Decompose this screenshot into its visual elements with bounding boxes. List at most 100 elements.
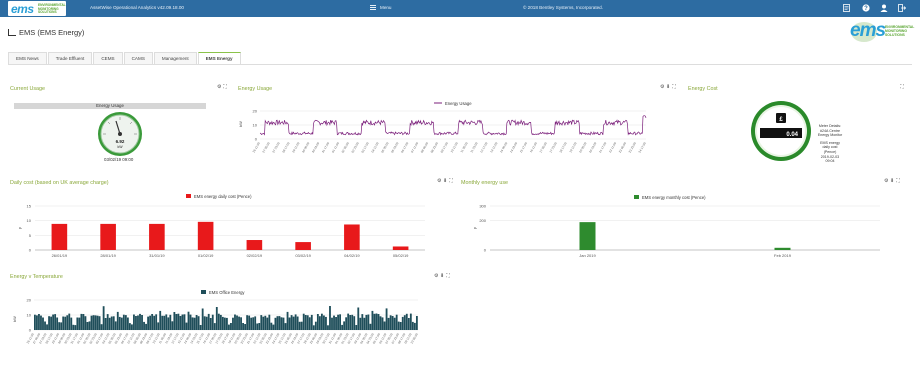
document-icon[interactable] [842,4,850,13]
tab-divider [8,64,912,65]
energy-bar [149,315,152,330]
energy-bar [353,316,356,330]
energy-bar [167,317,170,330]
page-title-text: EMS (EMS Energy) [19,28,85,37]
fullscreen-icon[interactable]: ⛶ [896,178,902,184]
svg-text:?: ? [864,6,868,12]
legend-swatch [634,195,639,199]
energy-bar [48,316,50,330]
energy-bar [104,318,107,330]
energy-bar [209,318,212,330]
energy-bar [110,316,113,330]
energy-bar [62,316,65,330]
energy-bar [60,322,63,330]
energy-bar [323,315,325,330]
energy-bar [306,315,309,330]
gauge-timestamp: 03/02/19 09:00 [104,157,134,162]
bar [246,240,263,250]
energy-bar [230,323,232,330]
energy-bar [120,317,123,330]
app-logo[interactable]: ems ENVIRONMENTAL MONITORING SOLUTIONS [8,1,66,16]
energy-bar [153,315,156,330]
energy-bar [258,323,261,330]
y-tick-label: 20 [253,109,258,114]
energy-bar [379,316,382,330]
energy-bar [100,324,103,330]
energy-bar [187,311,190,330]
x-tick-label: 02 23:00 [351,141,360,153]
energy-bar [401,316,404,330]
tab-ems-energy[interactable]: EMS Energy [197,52,241,64]
energy-bar [116,311,119,330]
energy-bar [397,321,400,330]
fullscreen-icon[interactable]: ⛶ [449,178,455,184]
x-tick-label: 04 11:00 [370,141,379,153]
energy-bar [165,314,168,330]
app-title: AssetWise Operational Analytics v42.09.1… [90,5,184,10]
x-tick-label: 02 05:00 [341,141,350,153]
energy-bar [355,325,358,330]
energy-usage-title: Energy Usage [238,86,273,92]
energy-bar [157,322,160,330]
energy-bar [226,317,228,330]
energy-bar [415,316,418,330]
fullscreen-icon[interactable]: ⛶ [900,84,906,90]
fullscreen-icon[interactable]: ⛶ [672,84,678,90]
energy-bar [248,315,251,330]
energy-bar [159,310,162,330]
energy-bar [161,315,164,330]
tab-trade-effluent[interactable]: Trade Effluent [47,52,93,64]
energy-bar [262,316,265,330]
energy-bar [288,317,291,330]
energy-bar [296,316,299,330]
x-tick-label: 10 11:00 [450,141,459,153]
energy-bar [298,321,301,330]
menu-label: Menu [380,5,392,10]
energy-bar [195,315,198,330]
monthly-use-title: Monthly energy use [461,180,509,186]
energy-bar [151,314,154,330]
x-tick-label: 24 17:00 [638,141,647,153]
energy-bar [284,323,287,330]
brand-logo: ems ENVIRONMENTAL MONITORING SOLUTIONS [850,20,914,44]
energy-bar [268,314,271,330]
energy-bar [320,313,323,330]
energy-bar [365,314,368,330]
tab-ems-news[interactable]: EMS News [8,52,47,64]
energy-temp-chart: EMS Office Energy kW 01020 26 11:0027 05… [12,290,419,345]
x-tick-label: 20 23:00 [588,141,597,153]
y-axis-label: p [472,226,477,229]
x-tick-label: 31/01/19 [149,253,165,258]
energy-bar [181,314,184,330]
brand-logo-text: ems [850,20,886,41]
x-tick-label: Jan 2019 [579,253,596,258]
logout-icon[interactable] [898,4,907,13]
menu-button[interactable]: Menu [370,5,392,10]
bar [51,223,68,250]
help-icon[interactable]: ? [862,4,870,13]
energy-bar [145,323,147,330]
energy-bar [363,317,366,330]
tab-cams[interactable]: CAMS [123,52,153,64]
x-tick-label: 15 17:00 [519,141,528,153]
y-tick-label: 0 [29,328,32,333]
energy-bar [343,321,346,330]
energy-bar [169,314,172,330]
user-icon[interactable] [880,4,888,13]
energy-bar [236,315,238,330]
legend-label: EMS energy monthly cost (Pence) [642,195,706,200]
y-tick-label: 300 [479,204,486,209]
energy-bar [50,316,52,330]
tab-cems[interactable]: CEMS [93,52,123,64]
bar [774,247,791,250]
tab-management[interactable]: Management [153,52,197,64]
fullscreen-icon[interactable]: ⛶ [223,84,229,90]
energy-bar [272,324,275,330]
energy-bar [155,314,158,330]
logo-text: ems [11,2,34,16]
x-tick-label: 17 23:00 [548,141,557,153]
energy-bar [242,323,244,330]
energy-bar [163,315,166,330]
fullscreen-icon[interactable]: ⛶ [446,273,452,279]
x-tick-label: 29 11:00 [291,141,300,153]
